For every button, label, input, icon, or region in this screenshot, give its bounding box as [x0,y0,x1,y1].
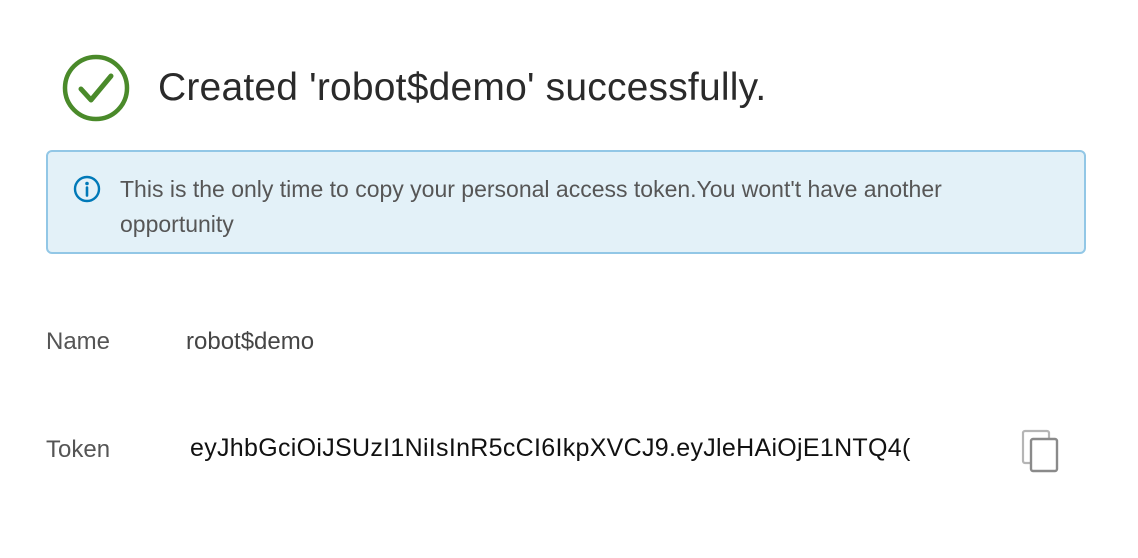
alert-message: This is the only time to copy your perso… [120,176,942,237]
check-circle-icon [62,54,130,122]
robot-created-dialog: Created 'robot$demo' successfully. This … [0,0,1138,558]
success-title: Created 'robot$demo' successfully. [158,66,767,109]
token-label: Token [46,436,111,463]
name-value: robot$demo [186,328,315,355]
info-alert: This is the only time to copy your perso… [46,150,1086,254]
info-icon [73,175,101,203]
name-label: Name [46,328,111,355]
success-header: Created 'robot$demo' successfully. [60,52,766,124]
token-value[interactable]: eyJhbGciOiJSUzI1NiIsInR5cCI6IkpXVCJ9.eyJ… [190,434,1004,463]
copy-icon[interactable] [1018,428,1062,474]
